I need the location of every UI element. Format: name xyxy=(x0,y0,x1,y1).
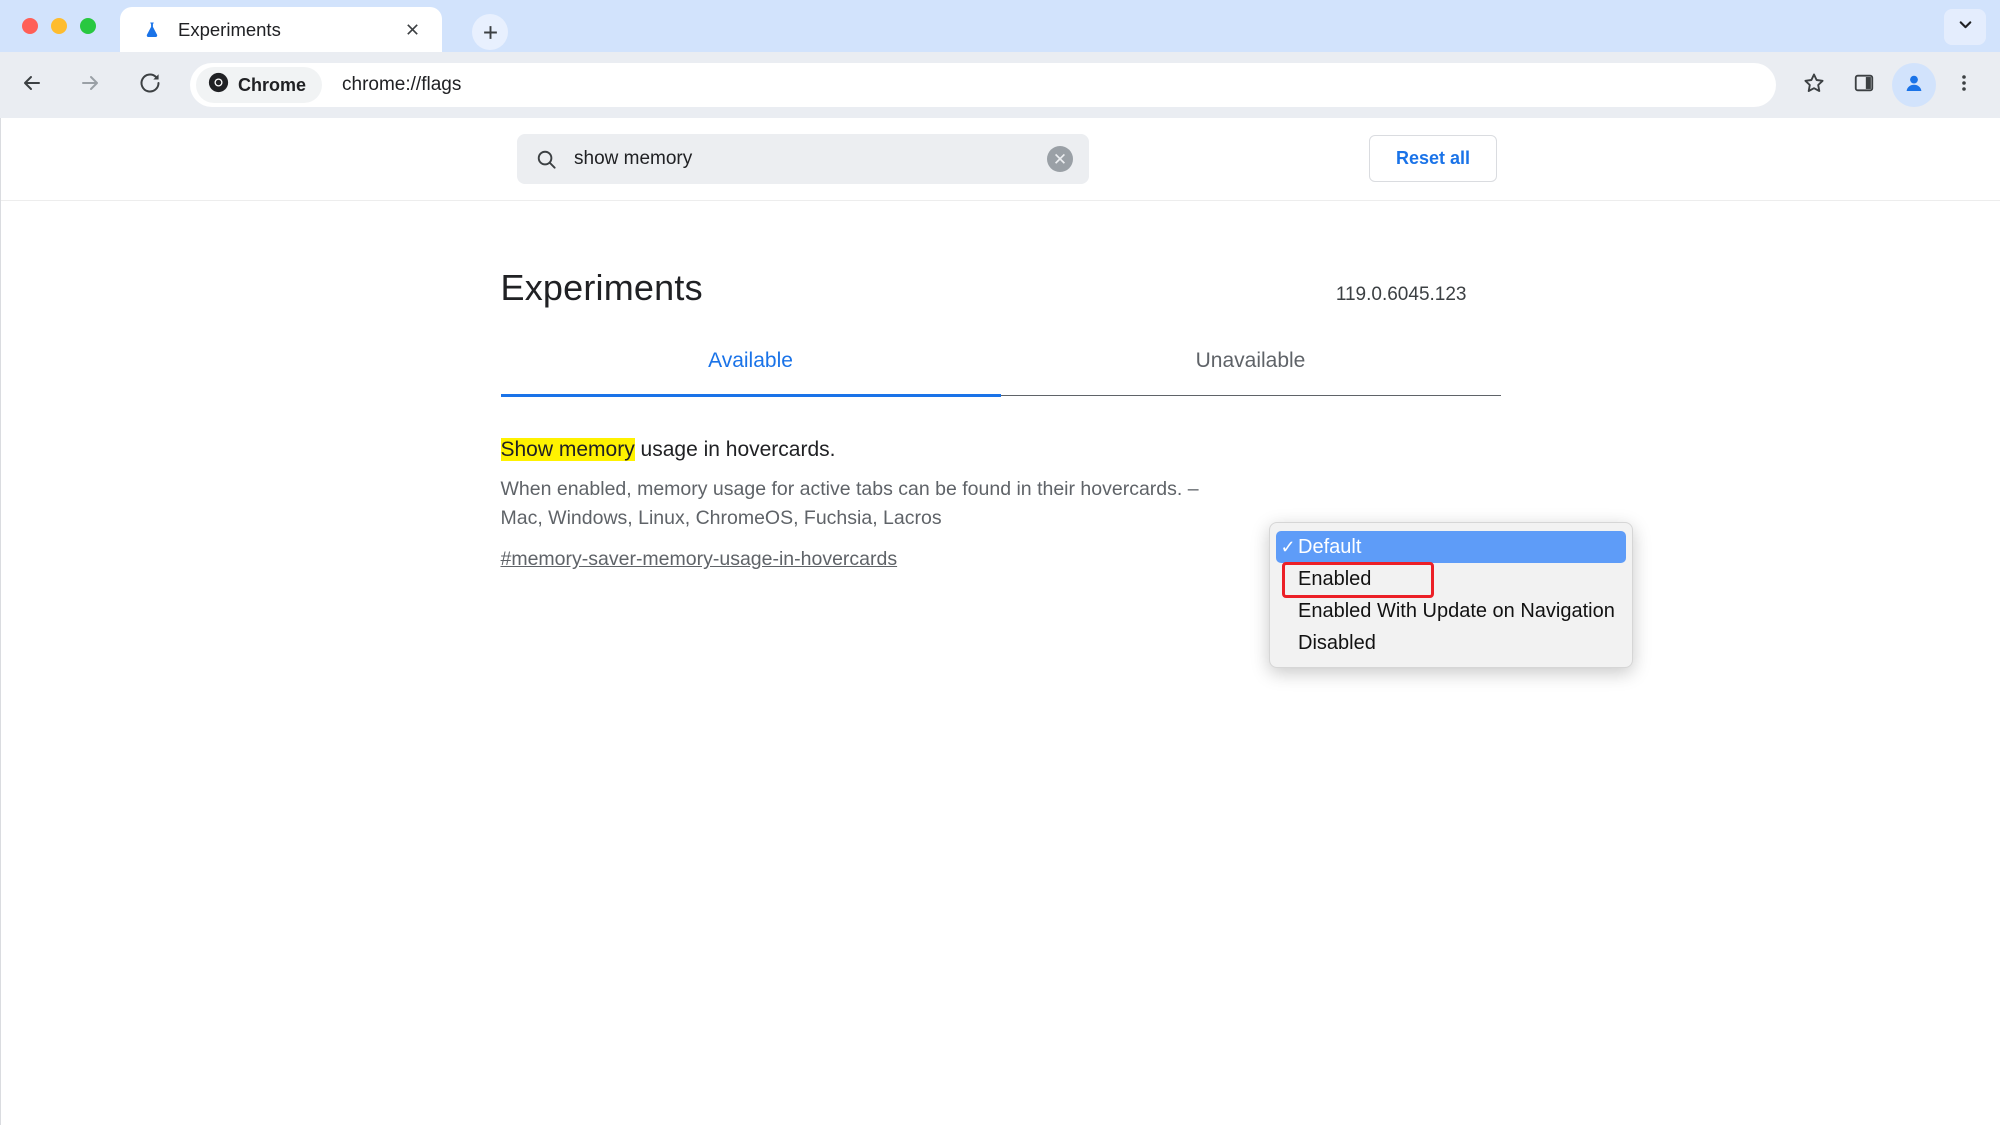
flag-permalink[interactable]: #memory-saver-memory-usage-in-hovercards xyxy=(501,548,898,571)
minimize-window-button[interactable] xyxy=(51,18,67,34)
chrome-logo-icon xyxy=(208,72,229,98)
flag-title-highlight: Show memory xyxy=(501,438,635,461)
window-controls xyxy=(22,18,96,34)
option-default[interactable]: ✓ Default xyxy=(1276,531,1626,563)
star-icon xyxy=(1802,71,1826,100)
reload-button[interactable] xyxy=(128,63,172,107)
browser-toolbar: Chrome chrome://flags xyxy=(0,52,2000,118)
chevron-down-icon xyxy=(1957,16,1974,38)
flag-title: Show memory usage in hovercards. xyxy=(501,438,1501,462)
option-label: Enabled xyxy=(1298,568,1371,591)
clear-search-button[interactable]: ✕ xyxy=(1047,146,1073,172)
browser-tab-experiments[interactable]: Experiments xyxy=(120,7,442,52)
zoom-window-button[interactable] xyxy=(80,18,96,34)
back-button[interactable] xyxy=(10,63,54,107)
side-panel-button[interactable] xyxy=(1842,63,1886,107)
option-label: Default xyxy=(1298,536,1361,559)
tab-available[interactable]: Available xyxy=(501,349,1001,395)
address-bar[interactable]: Chrome chrome://flags xyxy=(190,63,1776,107)
three-dot-menu-icon xyxy=(1954,73,1974,98)
page-header: Experiments 119.0.6045.123 xyxy=(501,201,1501,309)
flask-icon xyxy=(142,20,162,40)
profile-button[interactable] xyxy=(1892,63,1936,107)
search-box[interactable]: ✕ xyxy=(517,134,1089,184)
forward-button[interactable] xyxy=(68,63,112,107)
close-window-button[interactable] xyxy=(22,18,38,34)
account-avatar-icon xyxy=(1902,71,1926,100)
option-label: Disabled xyxy=(1298,632,1376,655)
flag-option-dropdown[interactable]: ✓ Default Enabled Enabled With Update on… xyxy=(1269,522,1633,668)
tab-title: Experiments xyxy=(178,19,281,41)
toolbar-actions xyxy=(1792,63,1986,107)
flag-title-rest: usage in hovercards. xyxy=(635,438,836,461)
chrome-chip-label: Chrome xyxy=(238,75,306,96)
reset-all-button[interactable]: Reset all xyxy=(1369,135,1497,182)
check-icon: ✓ xyxy=(1278,537,1298,558)
bookmark-star-button[interactable] xyxy=(1792,63,1836,107)
page-title: Experiments xyxy=(501,267,703,309)
flags-container: Experiments 119.0.6045.123 Available Una… xyxy=(501,201,1501,571)
search-icon xyxy=(535,148,558,171)
flag-description: When enabled, memory usage for active ta… xyxy=(501,475,1246,532)
browser-menu-button[interactable] xyxy=(1942,63,1986,107)
option-label: Enabled With Update on Navigation xyxy=(1298,600,1615,623)
search-input[interactable] xyxy=(574,134,1047,184)
tab-search-button[interactable] xyxy=(1944,9,1986,45)
arrow-right-icon xyxy=(78,71,102,100)
flags-tablist: Available Unavailable xyxy=(501,349,1501,396)
option-disabled[interactable]: Disabled xyxy=(1276,627,1626,659)
arrow-left-icon xyxy=(20,71,44,100)
chrome-origin-chip[interactable]: Chrome xyxy=(196,67,322,103)
option-enabled-with-update-on-navigation[interactable]: Enabled With Update on Navigation xyxy=(1276,595,1626,627)
version-label: 119.0.6045.123 xyxy=(1336,284,1467,306)
reload-icon xyxy=(138,71,162,100)
close-icon[interactable] xyxy=(400,18,424,42)
new-tab-button[interactable] xyxy=(472,14,508,50)
flags-search-row: ✕ Reset all xyxy=(1,118,2000,201)
url-text: chrome://flags xyxy=(342,74,461,96)
tab-strip: Experiments xyxy=(0,0,2000,52)
option-enabled[interactable]: Enabled xyxy=(1276,563,1626,595)
tab-unavailable[interactable]: Unavailable xyxy=(1001,349,1501,395)
browser-window: Experiments xyxy=(0,0,2000,1125)
side-panel-icon xyxy=(1853,72,1875,99)
flags-page: ✕ Reset all Experiments 119.0.6045.123 A… xyxy=(0,118,2000,1125)
